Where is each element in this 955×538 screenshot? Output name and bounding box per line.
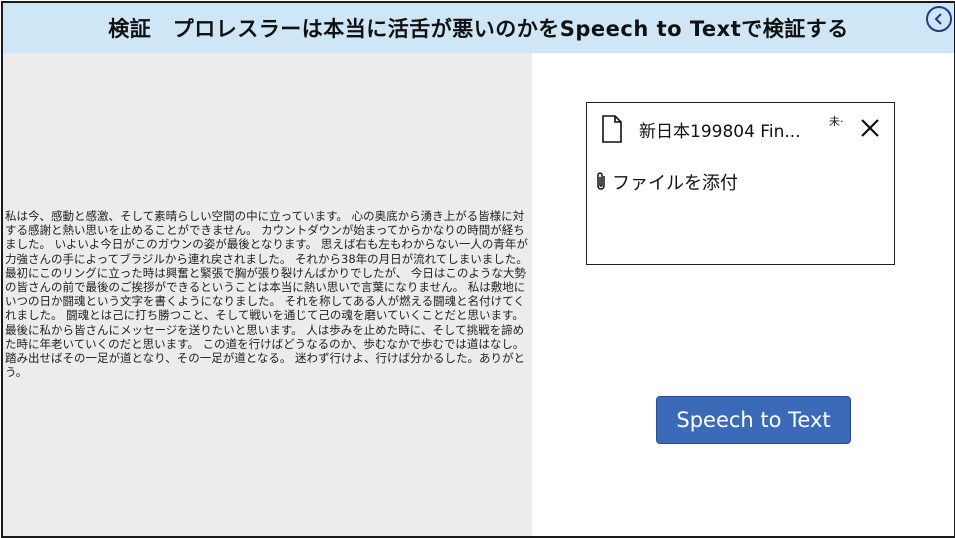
- chevron-left-icon: [934, 13, 942, 25]
- app-frame: 検証 プロレスラーは本当に活舌が悪いのかをSpeech to Textで検証する…: [1, 1, 955, 538]
- page-title: 検証 プロレスラーは本当に活舌が悪いのかをSpeech to Textで検証する: [108, 17, 849, 41]
- add-attachment-label: ファイルを添付: [612, 173, 738, 194]
- file-icon: [602, 115, 622, 143]
- paperclip-icon: [597, 172, 605, 190]
- add-attachment-button[interactable]: ファイルを添付: [593, 169, 738, 195]
- attachment-status: 未·: [829, 115, 844, 128]
- attachment-item[interactable]: 新日本199804 Fin... 未·: [587, 103, 894, 153]
- speech-to-text-button[interactable]: Speech to Text: [656, 396, 851, 444]
- attachment-file-name: 新日本199804 Fin...: [639, 122, 801, 142]
- back-button[interactable]: [926, 6, 952, 32]
- attachments-control: 新日本199804 Fin... 未· ファイルを添付: [586, 102, 895, 265]
- transcript-panel: 私は今、感動と感激、そして素晴らしい空間の中に立っています。 心の奥底から湧き上…: [3, 53, 532, 536]
- transcript-text: 私は今、感動と感激、そして素晴らしい空間の中に立っています。 心の奥底から湧き上…: [5, 209, 528, 380]
- close-icon[interactable]: [859, 117, 881, 139]
- header-bar: 検証 プロレスラーは本当に活舌が悪いのかをSpeech to Textで検証する: [3, 3, 954, 53]
